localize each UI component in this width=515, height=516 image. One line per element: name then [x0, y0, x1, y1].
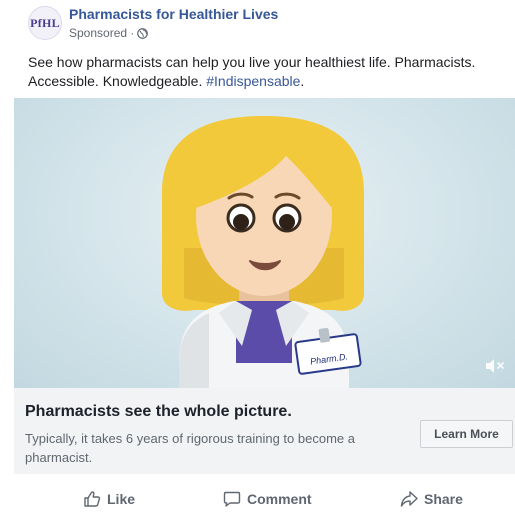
- post-text-end: .: [300, 73, 305, 89]
- page-name-link[interactable]: Pharmacists for Healthier Lives: [69, 6, 278, 22]
- link-description: Typically, it takes 6 years of rigorous …: [25, 431, 355, 465]
- sponsored-label[interactable]: Sponsored ·: [69, 26, 149, 40]
- speaker-muted-icon[interactable]: [485, 358, 505, 374]
- avatar-logo-text: PfHL: [30, 15, 60, 30]
- page-avatar[interactable]: PfHL: [28, 6, 62, 40]
- globe-icon: [137, 27, 149, 39]
- comment-label: Comment: [247, 491, 312, 507]
- share-arrow-icon: [400, 491, 418, 507]
- post-actions: Like Comment Share: [14, 482, 515, 514]
- video-player[interactable]: Pharm.D.: [14, 98, 515, 388]
- post-header: PfHL Pharmacists for Healthier Lives Spo…: [28, 4, 498, 46]
- learn-more-button[interactable]: Learn More: [420, 420, 513, 448]
- sponsored-post: PfHL Pharmacists for Healthier Lives Spo…: [0, 0, 515, 516]
- thumbs-up-icon: [84, 491, 101, 507]
- like-label: Like: [107, 491, 136, 507]
- headline[interactable]: Pharmacists see the whole picture.: [25, 403, 292, 421]
- share-label: Share: [424, 491, 463, 507]
- hashtag-link[interactable]: #Indispensable: [206, 73, 300, 89]
- comment-icon: [223, 491, 241, 507]
- like-button[interactable]: Like: [83, 488, 135, 510]
- share-button[interactable]: Share: [400, 488, 463, 510]
- comment-button[interactable]: Comment: [223, 488, 312, 510]
- post-text: See how pharmacists can help you live yo…: [28, 53, 508, 91]
- sponsored-text: Sponsored ·: [69, 26, 135, 40]
- ad-link-preview[interactable]: Pharmacists see the whole picture. Typic…: [14, 388, 515, 474]
- pharmacist-illustration: [162, 116, 364, 388]
